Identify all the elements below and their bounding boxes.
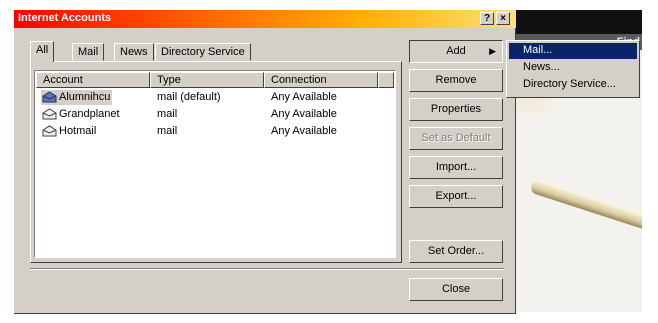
table-row[interactable]: Grandplanet mail Any Available <box>36 107 396 123</box>
account-list[interactable]: Account Type Connection Alumnihcu mail (… <box>34 70 396 258</box>
dialog-title: Internet Accounts <box>18 12 112 24</box>
table-row[interactable]: Hotmail mail Any Available <box>36 124 396 140</box>
export-button[interactable]: Export... <box>409 185 503 208</box>
add-submenu: Mail... News... Directory Service... <box>506 40 640 98</box>
close-icon: × <box>500 13 506 24</box>
mail-account-icon <box>42 108 57 120</box>
column-header-connection[interactable]: Connection <box>264 72 378 88</box>
add-button[interactable]: Add ▶ <box>409 40 503 63</box>
column-header-type[interactable]: Type <box>150 72 264 88</box>
tab-all[interactable]: All <box>30 41 55 62</box>
import-button[interactable]: Import... <box>409 156 503 179</box>
column-header-account[interactable]: Account <box>36 72 150 88</box>
menu-item-mail[interactable]: Mail... <box>509 43 637 59</box>
connection-cell: Any Available <box>271 125 337 137</box>
tab-directory-service[interactable]: Directory Service <box>155 43 251 61</box>
mail-account-icon <box>42 91 57 103</box>
account-name-cell: Alumnihcu <box>41 90 113 105</box>
type-cell: mail (default) <box>157 91 221 103</box>
tab-label: Directory Service <box>161 46 245 58</box>
connection-cell: Any Available <box>271 91 337 103</box>
set-order-button[interactable]: Set Order... <box>409 240 503 263</box>
tab-news[interactable]: News <box>114 43 154 61</box>
tab-mail[interactable]: Mail <box>72 43 105 61</box>
table-row[interactable]: Alumnihcu mail (default) Any Available <box>36 90 396 106</box>
tab-label: All <box>36 44 49 56</box>
help-icon: ? <box>483 13 491 24</box>
separator <box>30 268 504 270</box>
menu-item-news[interactable]: News... <box>509 60 637 76</box>
account-name-cell: Hotmail <box>41 124 98 139</box>
remove-button[interactable]: Remove <box>409 69 503 92</box>
account-name-cell: Grandplanet <box>41 107 122 122</box>
tab-label: Mail <box>78 46 99 58</box>
mail-account-icon <box>42 125 57 137</box>
connection-cell: Any Available <box>271 108 337 120</box>
menu-item-directory-service[interactable]: Directory Service... <box>509 77 637 93</box>
pen-image <box>529 178 642 236</box>
type-cell: mail <box>157 108 178 120</box>
help-button[interactable]: ? <box>480 12 494 25</box>
close-window-button[interactable]: × <box>496 12 510 25</box>
close-button[interactable]: Close <box>409 278 503 301</box>
tab-label: News <box>120 46 148 58</box>
submenu-arrow-icon: ▶ <box>489 46 496 56</box>
set-as-default-button[interactable]: Set as Default <box>409 127 503 150</box>
type-cell: mail <box>157 125 178 137</box>
column-header-filler <box>378 72 394 88</box>
title-bar[interactable]: Internet Accounts ? × <box>14 10 516 28</box>
properties-button[interactable]: Properties <box>409 98 503 121</box>
